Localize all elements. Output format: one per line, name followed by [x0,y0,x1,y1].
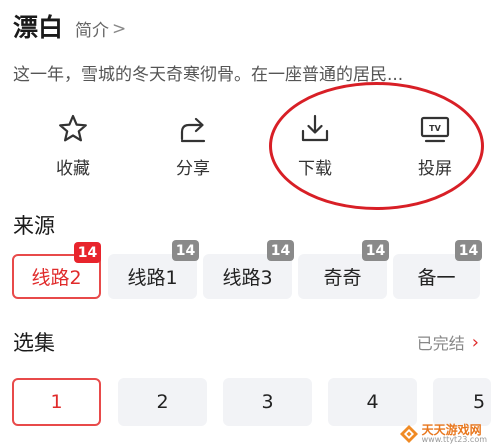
episode-button[interactable]: 3 [223,378,312,426]
chevron-right-icon: › [471,331,479,353]
source-chip-label: 线路3 [222,267,273,289]
sources-title: 来源 [13,214,55,238]
watermark: 天天游戏网 www.ttyt23.com [399,424,487,444]
episode-count-badge: 14 [267,240,294,261]
source-chip-label: 奇奇 [323,267,362,289]
episode-button[interactable]: 5 [433,378,491,426]
episode-count-badge: 14 [362,240,389,261]
completion-status-label: 已完结 [416,334,465,353]
star-icon [59,114,87,142]
highlight-circle-annotation [269,82,484,210]
episode-label: 3 [261,391,274,413]
episode-count-badge: 14 [455,240,482,261]
chevron-right-icon: > [112,18,127,39]
page-title: 漂白 [13,13,64,42]
episode-label: 4 [366,391,379,413]
watermark-text: 天天游戏网 www.ttyt23.com [422,424,487,444]
episode-label: 1 [50,391,63,413]
source-chip[interactable]: 奇奇 14 [298,240,389,299]
episode-count-badge: 14 [172,240,199,261]
episodes-title: 选集 [13,331,55,355]
episode-button[interactable]: 2 [118,378,207,426]
source-chip[interactable]: 线路2 14 [12,242,101,299]
share-label: 分享 [176,159,210,179]
source-chip-label: 备一 [417,267,456,289]
episode-label: 2 [156,391,169,413]
share-icon [180,117,206,143]
completion-status[interactable]: 已完结 › [417,330,479,354]
episode-button[interactable]: 4 [328,378,417,426]
episode-button[interactable]: 1 [12,378,101,426]
source-chip[interactable]: 备一 14 [393,240,482,299]
favorite-button[interactable]: 收藏 [33,112,113,179]
intro-label: 简介 [75,21,110,41]
episode-count-badge: 14 [74,242,101,263]
episode-label: 5 [473,391,486,413]
source-chip-label: 线路1 [127,267,178,289]
description-text[interactable]: 这一年，雪城的冬天奇寒彻骨。在一座普通的居民... [13,60,483,85]
watermark-url: www.ttyt23.com [421,435,487,444]
share-button[interactable]: 分享 [153,112,233,179]
source-chip[interactable]: 线路3 14 [203,240,294,299]
favorite-label: 收藏 [56,159,90,179]
site-logo-icon [399,425,418,443]
source-chip[interactable]: 线路1 14 [108,240,199,299]
title-row: 漂白 简介 > [13,8,126,44]
intro-link[interactable]: 简介 > [75,16,127,42]
source-chip-label: 线路2 [31,267,82,289]
